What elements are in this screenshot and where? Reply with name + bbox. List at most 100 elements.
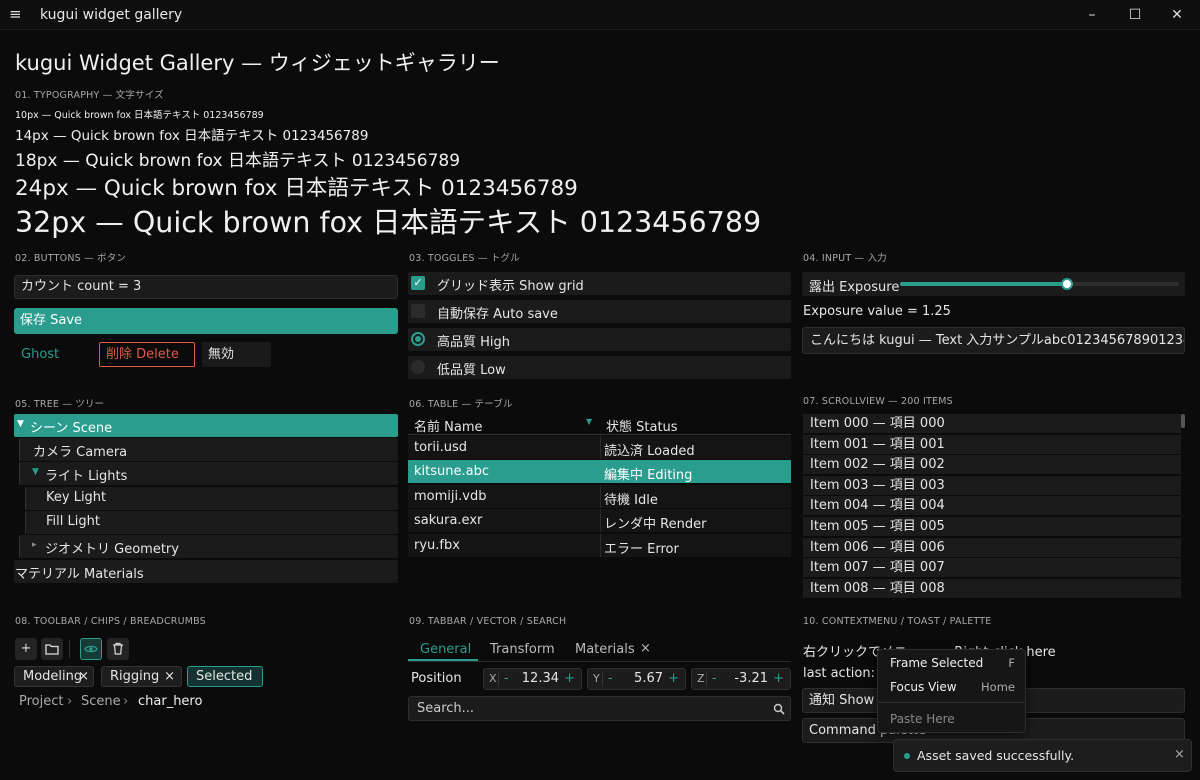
list-item[interactable]: Item 008 — 項目 008 bbox=[803, 578, 1181, 598]
sort-down-icon[interactable]: ▼ bbox=[586, 417, 592, 426]
radio-high[interactable]: 高品質 High bbox=[408, 328, 791, 351]
chevron-right-icon: › bbox=[123, 694, 129, 709]
typography-14px: 14px — Quick brown fox 日本語テキスト 012345678… bbox=[15, 128, 369, 144]
expand-down-icon[interactable]: ▼ bbox=[17, 419, 24, 429]
menu-item-focus-view[interactable]: Focus View Home bbox=[879, 675, 1024, 699]
checkbox-unchecked-icon[interactable] bbox=[411, 304, 425, 318]
delete-button[interactable]: 削除 Delete bbox=[99, 342, 195, 367]
search-input[interactable]: Search... bbox=[408, 696, 791, 721]
plus-icon[interactable]: + bbox=[773, 669, 784, 689]
minimize-icon[interactable]: – bbox=[1078, 4, 1106, 26]
eye-icon[interactable] bbox=[80, 638, 102, 660]
chip-close-icon[interactable]: × bbox=[164, 667, 175, 686]
vector-value[interactable]: -3.21 bbox=[734, 669, 768, 689]
breadcrumb-scene[interactable]: Scene bbox=[81, 694, 121, 709]
radio-selected-icon[interactable] bbox=[411, 332, 425, 346]
list-item[interactable]: Item 000 — 項目 000 bbox=[803, 414, 1181, 433]
tree-node[interactable]: カメラ Camera bbox=[19, 438, 398, 461]
trash-icon[interactable] bbox=[107, 638, 129, 660]
chip-selected[interactable]: Selected bbox=[187, 666, 263, 687]
text-input[interactable]: こんにちは kugui — Text 入力サンプルabc012345678901… bbox=[802, 327, 1185, 354]
table-row[interactable]: sakura.exr レンダ中 Render bbox=[408, 509, 791, 533]
list-item[interactable]: Item 002 — 項目 002 bbox=[803, 455, 1181, 475]
save-button[interactable]: 保存 Save bbox=[14, 308, 398, 334]
chevron-right-icon: › bbox=[67, 694, 73, 709]
vector-field-x[interactable]: X -12.34 + bbox=[483, 668, 582, 690]
tree-node[interactable]: マテリアル Materials bbox=[14, 560, 398, 583]
list-item[interactable]: Item 001 — 項目 001 bbox=[803, 434, 1181, 454]
breadcrumb-current: char_hero bbox=[138, 694, 203, 709]
exposure-slider-track[interactable] bbox=[900, 278, 1179, 290]
tree-node-label: シーン Scene bbox=[30, 421, 113, 436]
tree-node[interactable]: ▸ ジオメトリ Geometry bbox=[19, 535, 398, 558]
tree-node-label: カメラ Camera bbox=[33, 445, 128, 460]
table-row[interactable]: ryu.fbx エラー Error bbox=[408, 533, 791, 557]
plus-icon[interactable]: + bbox=[15, 638, 37, 660]
table-row[interactable]: torii.usd 読込済 Loaded bbox=[408, 436, 791, 459]
expand-down-icon[interactable]: ▼ bbox=[32, 467, 39, 477]
vector-field-z[interactable]: Z - -3.21 + bbox=[691, 668, 791, 690]
axis-divider bbox=[498, 672, 499, 686]
tab-general[interactable]: General bbox=[420, 642, 471, 657]
chip-close-icon[interactable]: × bbox=[78, 667, 89, 686]
radio-unselected-icon[interactable] bbox=[411, 360, 425, 374]
count-button[interactable]: カウント count = 3 bbox=[14, 275, 398, 299]
menu-item-label: Paste Here bbox=[890, 712, 955, 726]
cell-status: エラー Error bbox=[604, 541, 679, 557]
hamburger-icon[interactable]: ≡ bbox=[9, 6, 23, 22]
search-icon[interactable] bbox=[773, 703, 785, 715]
menu-item-frame-selected[interactable]: Frame Selected F bbox=[879, 651, 1024, 675]
minus-icon[interactable]: - bbox=[712, 669, 717, 689]
expand-right-icon[interactable]: ▸ bbox=[32, 540, 37, 550]
ghost-button[interactable]: Ghost bbox=[21, 347, 59, 362]
cell-status: 編集中 Editing bbox=[604, 468, 693, 484]
last-action-text: last action: ( bbox=[803, 666, 885, 681]
table-header: 名前 Name ▼ 状態 Status bbox=[408, 413, 791, 435]
column-divider bbox=[600, 509, 601, 533]
list-item[interactable]: Item 003 — 項目 003 bbox=[803, 475, 1181, 495]
tab-close-icon[interactable]: × bbox=[640, 641, 651, 656]
vector-axis-label: Z bbox=[697, 672, 705, 685]
vector-value[interactable]: 12.34 bbox=[522, 669, 559, 689]
folder-icon[interactable] bbox=[41, 638, 63, 660]
scrollbar-thumb[interactable] bbox=[1181, 414, 1185, 428]
column-header-name[interactable]: 名前 Name bbox=[414, 416, 483, 435]
minus-icon[interactable]: - bbox=[608, 669, 613, 689]
radio-low[interactable]: 低品質 Low bbox=[408, 356, 791, 379]
close-icon[interactable]: ✕ bbox=[1163, 4, 1191, 26]
toggle-show-grid[interactable]: ✓ グリッド表示 Show grid bbox=[408, 272, 791, 295]
list-item[interactable]: Item 005 — 項目 005 bbox=[803, 517, 1181, 536]
exposure-value-text: Exposure value = 1.25 bbox=[803, 304, 951, 319]
axis-divider bbox=[602, 672, 603, 686]
checkbox-checked-icon[interactable]: ✓ bbox=[411, 276, 425, 290]
table-row[interactable]: momiji.vdb 待機 Idle bbox=[408, 484, 791, 508]
maximize-icon[interactable]: ☐ bbox=[1121, 4, 1149, 26]
plus-icon[interactable]: + bbox=[564, 669, 575, 689]
tree-node[interactable]: ▼ ライト Lights bbox=[19, 462, 398, 485]
tree-node[interactable]: ▼ シーン Scene bbox=[14, 414, 398, 437]
tree-node[interactable]: Key Light bbox=[25, 487, 398, 510]
exposure-slider-thumb[interactable] bbox=[1061, 278, 1074, 290]
tab-materials[interactable]: Materials bbox=[575, 642, 635, 657]
minus-icon[interactable]: - bbox=[504, 669, 509, 689]
breadcrumb-project[interactable]: Project bbox=[19, 694, 63, 709]
typography-32px: 32px — Quick brown fox 日本語テキスト 012345678… bbox=[15, 206, 762, 239]
menu-item-label: Frame Selected bbox=[890, 656, 984, 670]
column-header-status[interactable]: 状態 Status bbox=[606, 416, 678, 435]
vector-field-y[interactable]: Y - 5.67 + bbox=[587, 668, 686, 690]
vector-axis-label: Y bbox=[593, 672, 600, 685]
tab-transform[interactable]: Transform bbox=[490, 642, 555, 657]
chip-modeling[interactable]: Modeling × bbox=[14, 666, 94, 687]
list-item[interactable]: Item 007 — 項目 007 bbox=[803, 558, 1181, 578]
toast-message: Asset saved successfully. bbox=[917, 748, 1075, 763]
table-row[interactable]: kitsune.abc 編集中 Editing bbox=[408, 460, 791, 484]
toggle-auto-save[interactable]: 自動保存 Auto save bbox=[408, 300, 791, 323]
vector-value[interactable]: 5.67 bbox=[634, 669, 663, 689]
list-item[interactable]: Item 006 — 項目 006 bbox=[803, 537, 1181, 557]
toast-close-icon[interactable]: × bbox=[1174, 747, 1185, 762]
plus-icon[interactable]: + bbox=[668, 669, 679, 689]
section-toolbar-heading: 08. TOOLBAR / CHIPS / BREADCRUMBS bbox=[15, 616, 206, 627]
chip-rigging[interactable]: Rigging × bbox=[101, 666, 182, 687]
tree-node[interactable]: Fill Light bbox=[25, 511, 398, 534]
list-item[interactable]: Item 004 — 項目 004 bbox=[803, 496, 1181, 516]
